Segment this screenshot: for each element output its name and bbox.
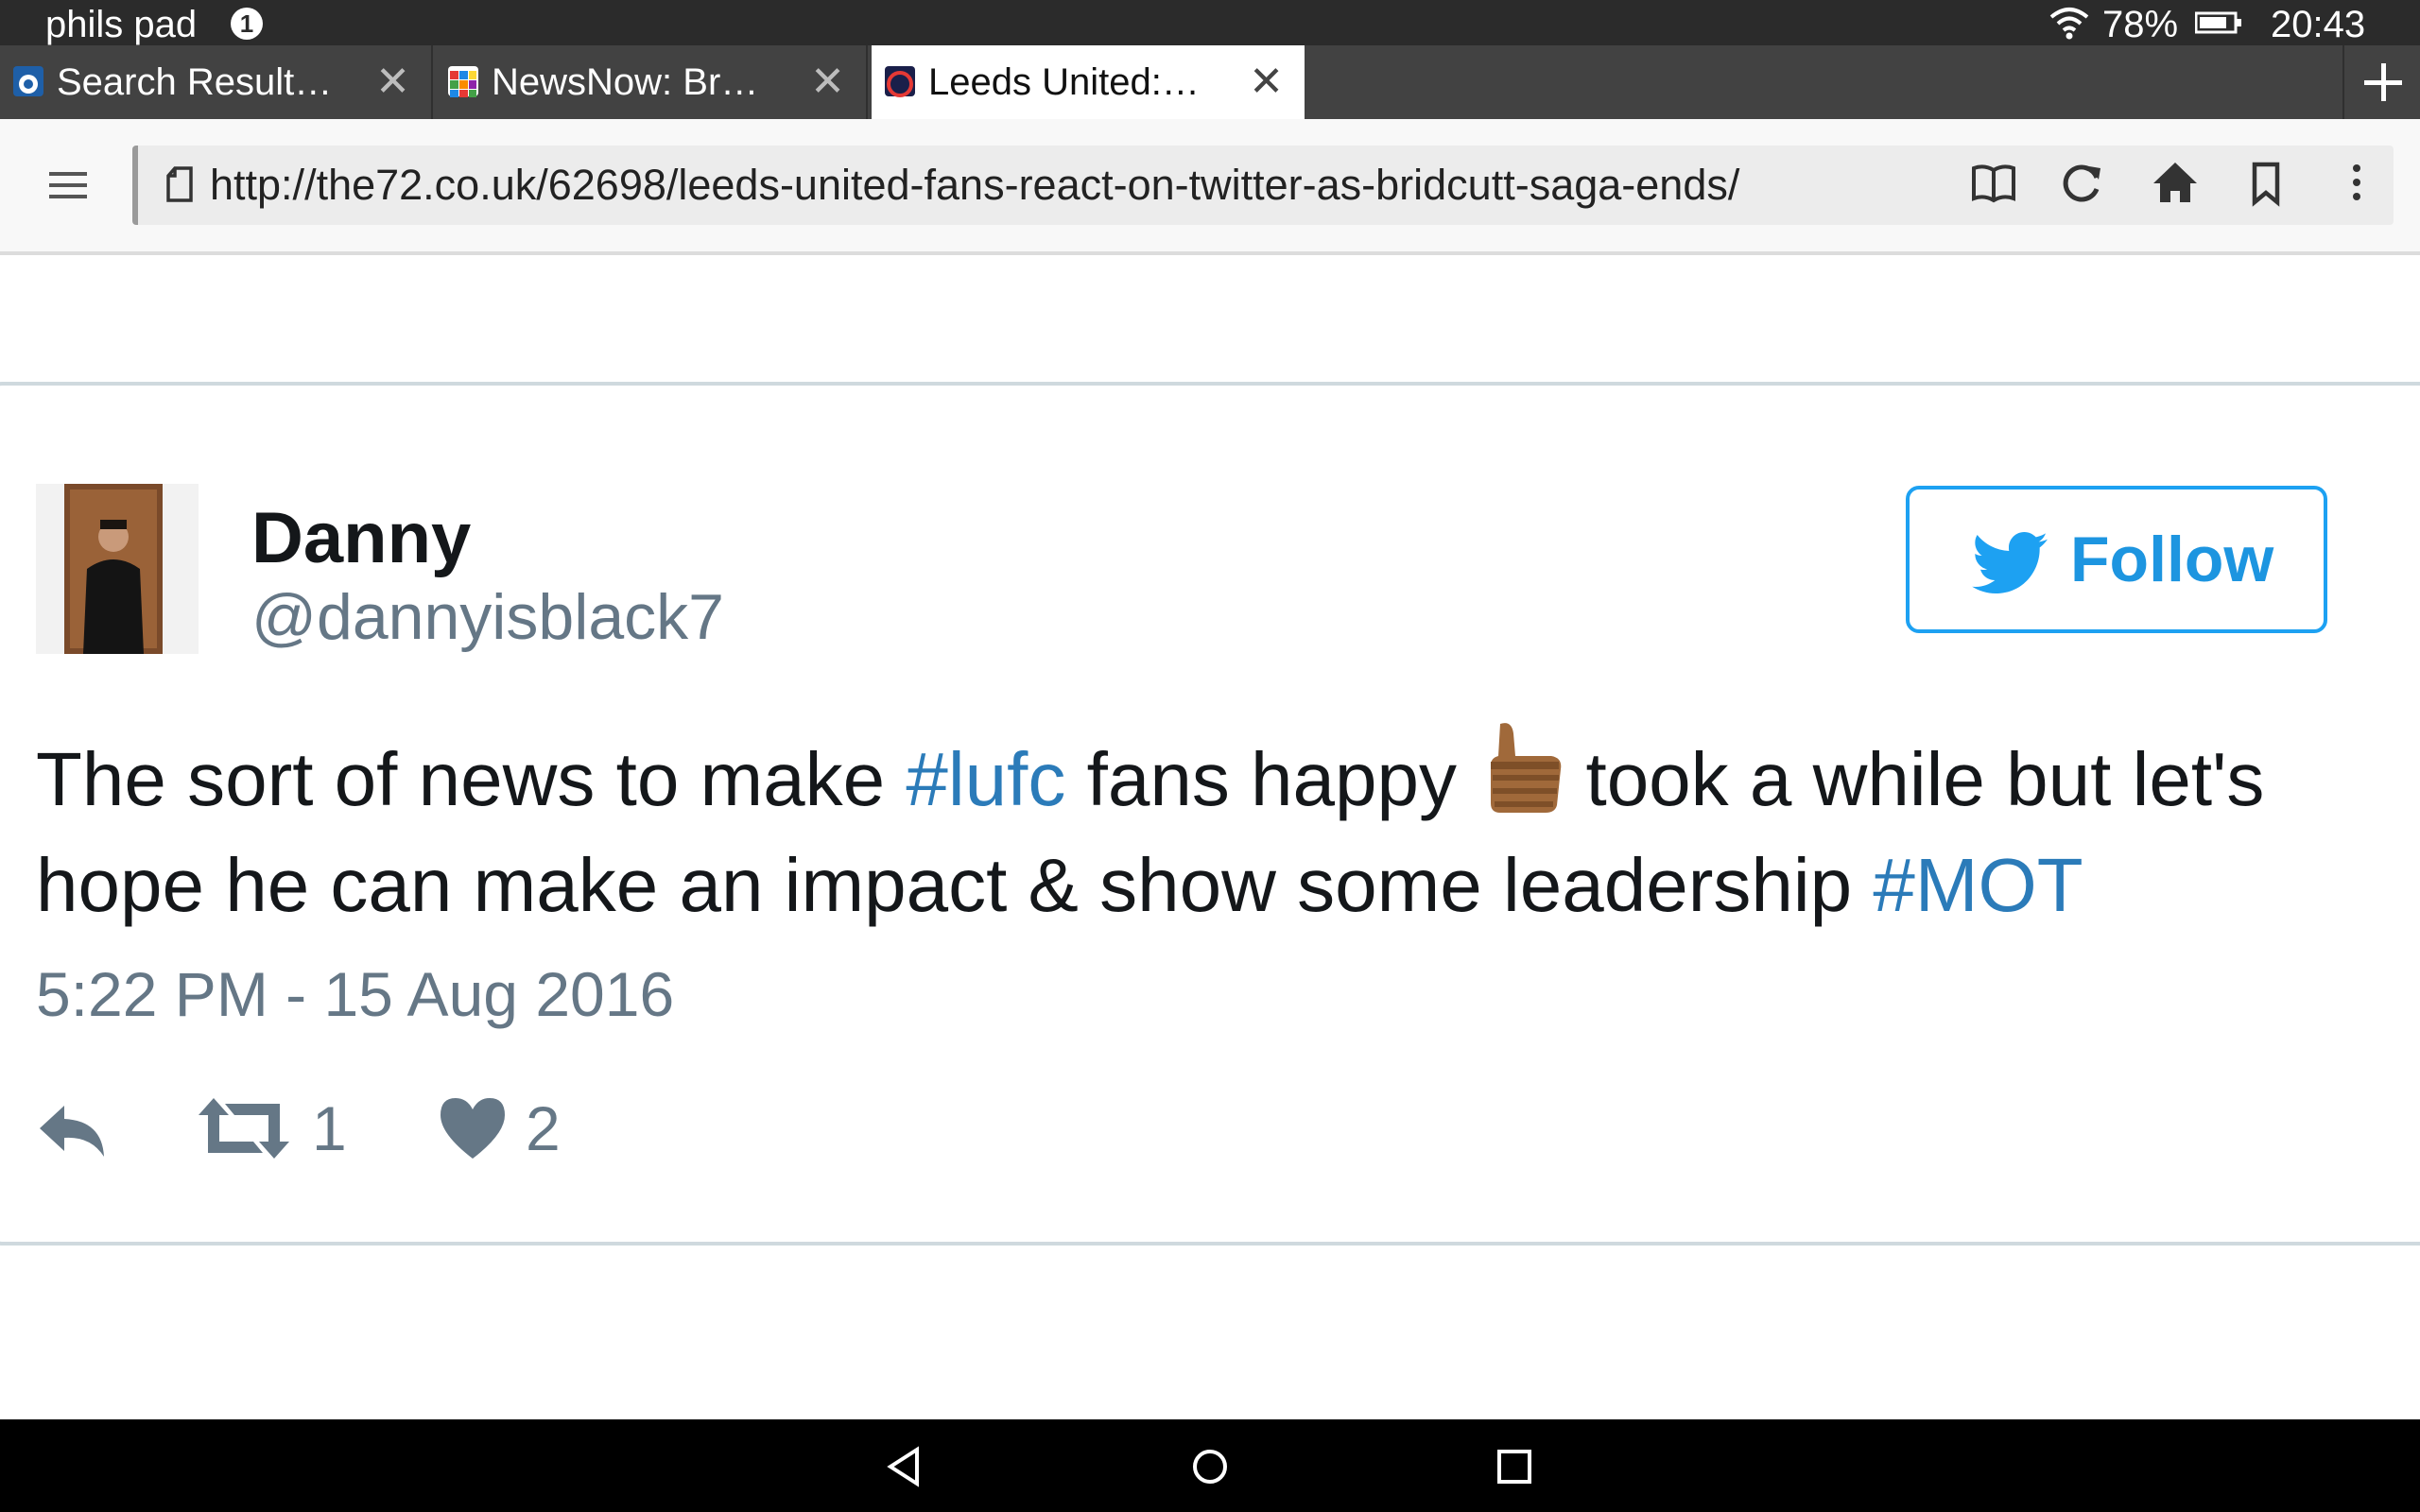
tab-search-results[interactable]: Search Result… ✕ xyxy=(0,45,433,119)
hashtag-link-lufc[interactable]: #lufc xyxy=(906,737,1065,821)
the72-favicon-icon xyxy=(885,66,915,97)
tab-newsnow[interactable]: NewsNow: Br… ✕ xyxy=(435,45,868,119)
tweet-text-segment: The sort of news to make xyxy=(36,737,907,821)
reply-button[interactable] xyxy=(36,1091,121,1166)
status-bar: phils pad 1 78% 20:43 xyxy=(0,0,2420,45)
thumbs-up-emoji-icon xyxy=(1491,723,1562,813)
embedded-tweet: Danny @dannyisblack7 Follow The sort of … xyxy=(0,382,2420,1246)
reading-view-icon[interactable] xyxy=(1968,157,2019,208)
address-bar[interactable]: http://the72.co.uk/62698/leeds-united-fa… xyxy=(132,146,2394,225)
web-page-content: Danny @dannyisblack7 Follow The sort of … xyxy=(0,255,2420,1419)
tab-title: Search Result… xyxy=(57,61,333,103)
device-owner-name: phils pad xyxy=(45,4,198,45)
retweet-icon xyxy=(199,1098,289,1159)
home-icon[interactable] xyxy=(2150,157,2201,208)
tab-title: NewsNow: Br… xyxy=(492,61,759,103)
retweet-count: 1 xyxy=(312,1093,347,1163)
browser-toolbar: http://the72.co.uk/62698/leeds-united-fa… xyxy=(0,119,2420,255)
follow-button[interactable]: Follow xyxy=(1906,486,2327,633)
close-tab-icon[interactable]: ✕ xyxy=(1249,45,1284,119)
close-tab-icon[interactable]: ✕ xyxy=(375,45,410,119)
tab-title: Leeds United:… xyxy=(928,61,1200,103)
page-icon xyxy=(166,166,193,202)
display-name[interactable]: Danny xyxy=(251,497,471,579)
notification-badge: 1 xyxy=(231,8,263,40)
avatar-photo-icon xyxy=(64,484,163,654)
close-tab-icon[interactable]: ✕ xyxy=(810,45,845,119)
url-text: http://the72.co.uk/62698/leeds-united-fa… xyxy=(210,161,1740,209)
user-handle[interactable]: @dannyisblack7 xyxy=(251,580,724,654)
twitter-bird-icon xyxy=(1972,532,2048,593)
new-tab-plus-icon[interactable] xyxy=(2342,45,2420,119)
more-options-icon[interactable] xyxy=(2331,157,2382,208)
bookmark-icon[interactable] xyxy=(2240,157,2291,208)
tab-leeds-united[interactable]: Leeds United:… ✕ xyxy=(872,45,1305,119)
android-navigation-bar xyxy=(0,1419,2420,1512)
like-count: 2 xyxy=(526,1093,561,1163)
follow-button-label: Follow xyxy=(2070,524,2274,595)
reload-icon[interactable] xyxy=(2057,157,2108,208)
tweet-text: The sort of news to make #lufc fans happ… xyxy=(36,720,2371,938)
avatar[interactable] xyxy=(36,484,199,654)
newsnow-favicon-icon xyxy=(448,66,478,97)
tab-strip: Search Result… ✕ NewsNow: Br… ✕ Leeds Un… xyxy=(0,45,2420,119)
hamburger-menu-icon[interactable] xyxy=(45,166,91,204)
battery-percentage: 78% xyxy=(2102,4,2179,45)
hashtag-link-mot[interactable]: #MOT xyxy=(1873,843,2083,927)
back-icon[interactable] xyxy=(879,1440,932,1493)
home-circle-icon[interactable] xyxy=(1184,1440,1236,1493)
tweet-text-segment: fans happy xyxy=(1065,737,1478,821)
battery-icon xyxy=(2195,11,2241,34)
wifi-icon xyxy=(2049,8,2089,40)
recent-apps-icon[interactable] xyxy=(1488,1440,1541,1493)
reply-icon xyxy=(40,1106,104,1157)
search-favicon-icon xyxy=(13,66,43,96)
retweet-button[interactable]: 1 xyxy=(197,1091,357,1166)
heart-icon xyxy=(441,1098,505,1159)
clock: 20:43 xyxy=(2271,4,2366,45)
like-button[interactable]: 2 xyxy=(437,1091,579,1166)
tweet-timestamp[interactable]: 5:22 PM - 15 Aug 2016 xyxy=(36,958,674,1030)
